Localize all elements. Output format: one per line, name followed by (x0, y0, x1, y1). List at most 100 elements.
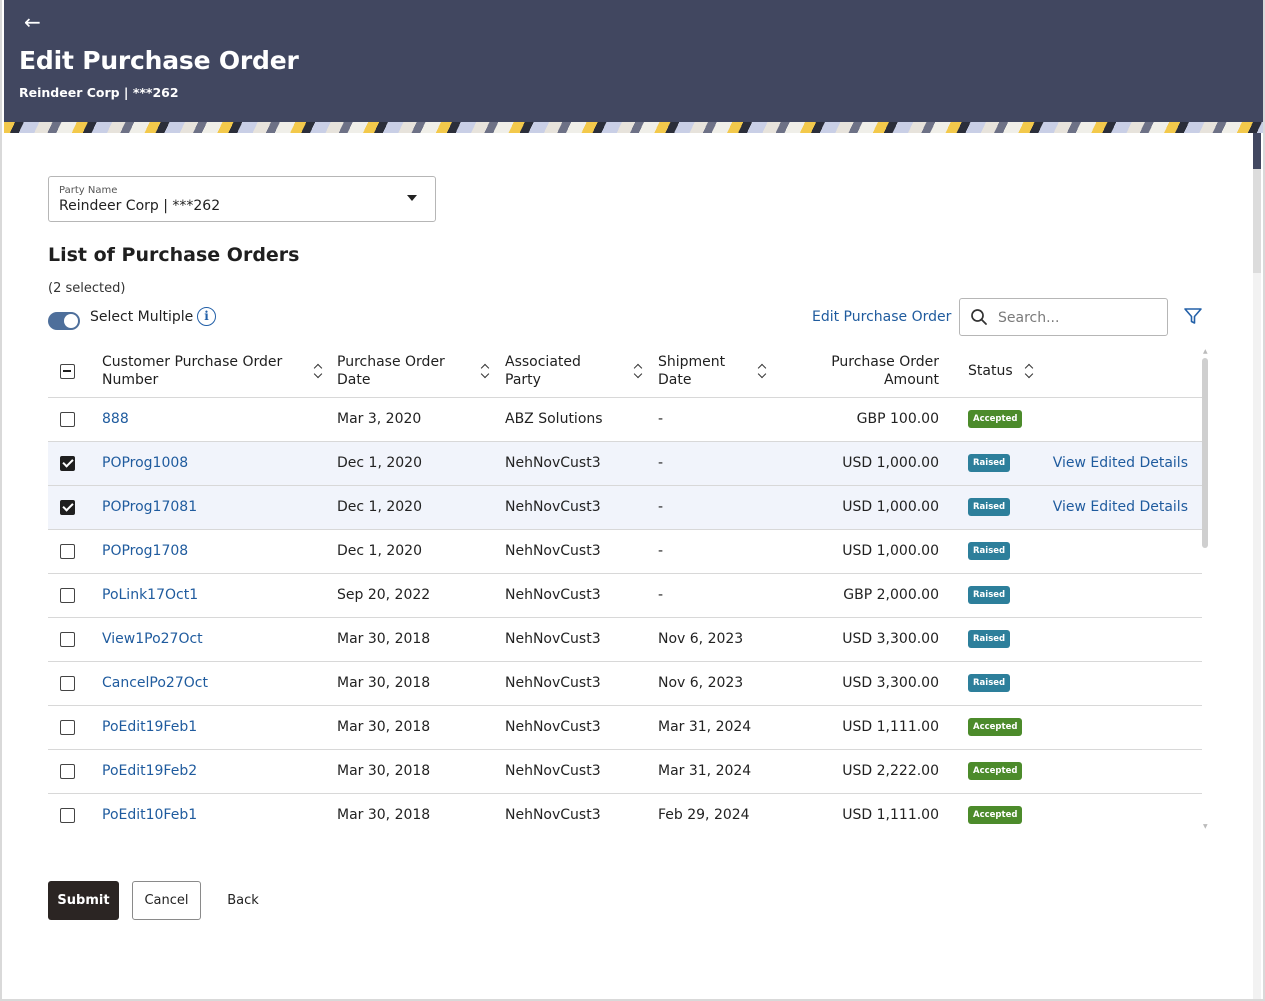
view-edited-details-link[interactable]: View Edited Details (1033, 485, 1202, 530)
table-row[interactable]: PoEdit19Feb2 Mar 30, 2018 NehNovCust3 Mar 3… (48, 749, 1202, 794)
po-date-cell: Mar 30, 2018 (337, 705, 505, 750)
po-number-link[interactable]: PoEdit19Feb1 (102, 719, 197, 735)
shipment-date-cell: Nov 6, 2023 (658, 617, 808, 662)
header-po-date[interactable]: Purchase Order Date (337, 346, 505, 398)
header-banner (4, 122, 1263, 133)
page-title: Edit Purchase Order (19, 46, 299, 75)
page-header: ← Edit Purchase Order Reindeer Corp | **… (4, 0, 1263, 133)
po-number-link[interactable]: POProg1008 (102, 455, 188, 471)
row-checkbox[interactable] (60, 455, 75, 471)
page-scrollbar[interactable] (1253, 133, 1261, 999)
view-edited-details-link[interactable] (1033, 397, 1202, 442)
row-checkbox[interactable] (60, 719, 75, 735)
view-edited-details-link[interactable] (1033, 529, 1202, 574)
table-scroll-down-icon[interactable]: ▼ (1203, 823, 1208, 830)
row-checkbox[interactable] (60, 675, 75, 691)
table-scroll-up-icon[interactable]: ▲ (1203, 348, 1208, 355)
back-arrow-icon[interactable]: ← (24, 10, 41, 34)
header-status[interactable]: Status (939, 346, 1033, 398)
row-checkbox[interactable] (60, 499, 75, 515)
table-row[interactable]: PoEdit19Feb1 Mar 30, 2018 NehNovCust3 Mar 3… (48, 705, 1202, 750)
amount-cell: USD 2,222.00 (808, 749, 939, 794)
filter-icon[interactable] (1183, 306, 1203, 326)
toggle-knob (64, 314, 78, 328)
view-edited-details-link[interactable]: View Edited Details (1033, 441, 1202, 486)
po-number-cell: PoLink17Oct1 (102, 573, 337, 618)
table-row[interactable]: PoLink17Oct1 Sep 20, 2022 NehNovCust3- GBP … (48, 573, 1202, 618)
table-row[interactable]: 888 Mar 3, 2020 ABZ Solutions - GBP 100.00 Ac… (48, 397, 1202, 442)
shipment-date-cell: Mar 31, 2024 (658, 705, 808, 750)
page-frame: ← Edit Purchase Order Reindeer Corp | **… (0, 0, 1265, 1001)
view-edited-details-link[interactable] (1033, 705, 1202, 750)
cancel-button[interactable]: Cancel (132, 881, 201, 920)
row-checkbox[interactable] (60, 543, 75, 559)
po-number-link[interactable]: View1Po27Oct (102, 631, 203, 647)
table-row[interactable]: PoEdit10Feb1 Mar 30, 2018 NehNovCust3 Feb 2… (48, 793, 1202, 836)
associated-party-cell: NehNovCust3 (505, 529, 658, 574)
info-icon[interactable]: i (197, 307, 216, 326)
select-multiple-label: Select Multiple (90, 309, 194, 325)
po-number-cell: View1Po27Oct (102, 617, 337, 662)
row-checkbox[interactable] (60, 763, 75, 779)
table-row[interactable]: View1Po27Oct Mar 30, 2018 NehNovCust3 Nov 6… (48, 617, 1202, 662)
view-edited-details-link[interactable] (1033, 573, 1202, 618)
header-po-number[interactable]: Customer Purchase Order Number (102, 346, 337, 398)
status-badge: Raised (968, 586, 1011, 604)
table-row[interactable]: CancelPo27Oct Mar 30, 2018 NehNovCust3 Nov … (48, 661, 1202, 706)
po-number-link[interactable]: POProg17081 (102, 499, 197, 515)
po-number-link[interactable]: PoEdit10Feb1 (102, 807, 197, 823)
page-scrollbar-track (1253, 169, 1261, 273)
row-checkbox[interactable] (60, 631, 75, 647)
po-number-link[interactable]: 888 (102, 411, 129, 427)
status-cell: Raised (939, 529, 1033, 574)
sort-icon[interactable] (314, 364, 323, 378)
table-header-row: Customer Purchase Order Number Purchase … (48, 346, 1202, 398)
submit-button[interactable]: Submit (48, 881, 119, 920)
sort-icon[interactable] (758, 364, 768, 378)
select-all-checkbox[interactable] (60, 363, 75, 379)
associated-party-cell: NehNovCust3 (505, 749, 658, 794)
row-checkbox[interactable] (60, 411, 75, 427)
sort-icon[interactable] (481, 364, 491, 378)
back-button[interactable]: Back (220, 881, 266, 920)
view-edited-details-link[interactable] (1033, 661, 1202, 706)
table-row[interactable]: POProg1708 Dec 1, 2020 NehNovCust3- USD 1,0… (48, 529, 1202, 574)
header-shipment-date[interactable]: Shipment Date (658, 346, 808, 398)
status-cell: Raised (939, 485, 1033, 530)
table-row[interactable]: POProg17081 Dec 1, 2020 NehNovCust3- USD 1,… (48, 485, 1202, 530)
row-checkbox-cell (48, 573, 102, 618)
edit-purchase-order-link[interactable]: Edit Purchase Order (812, 309, 951, 325)
po-number-link[interactable]: PoLink17Oct1 (102, 587, 198, 603)
party-name-dropdown[interactable]: Party Name Reindeer Corp | ***262 (48, 176, 436, 222)
row-checkbox-cell (48, 793, 102, 836)
header-amount: Purchase Order Amount (808, 346, 939, 398)
shipment-date-cell: - (658, 485, 808, 530)
row-checkbox[interactable] (60, 587, 75, 603)
po-number-link[interactable]: POProg1708 (102, 543, 188, 559)
status-cell: Raised (939, 661, 1033, 706)
header-associated-party[interactable]: Associated Party (505, 346, 658, 398)
associated-party-cell: ABZ Solutions (505, 397, 658, 442)
sort-icon[interactable] (1025, 364, 1033, 378)
status-badge: Accepted (968, 806, 1023, 824)
po-number-link[interactable]: PoEdit19Feb2 (102, 763, 197, 779)
shipment-date-cell: - (658, 397, 808, 442)
search-icon (971, 309, 987, 325)
table-row[interactable]: POProg1008 Dec 1, 2020 NehNovCust3- USD 1,0… (48, 441, 1202, 486)
po-number-link[interactable]: CancelPo27Oct (102, 675, 208, 691)
selected-count: (2 selected) (48, 281, 126, 296)
search-input[interactable] (998, 308, 1158, 328)
view-edited-details-link[interactable] (1033, 749, 1202, 794)
row-checkbox-cell (48, 485, 102, 530)
page-scrollbar-thumb[interactable] (1253, 133, 1261, 169)
sort-icon[interactable] (634, 364, 644, 378)
view-edited-details-link[interactable] (1033, 793, 1202, 836)
status-cell: Raised (939, 573, 1033, 618)
select-multiple-toggle[interactable] (48, 312, 80, 330)
amount-cell: GBP 2,000.00 (808, 573, 939, 618)
header-select-all-cell (48, 346, 102, 398)
po-number-cell: PoEdit19Feb1 (102, 705, 337, 750)
table-scrollbar[interactable] (1202, 358, 1208, 548)
view-edited-details-link[interactable] (1033, 617, 1202, 662)
row-checkbox[interactable] (60, 807, 75, 823)
